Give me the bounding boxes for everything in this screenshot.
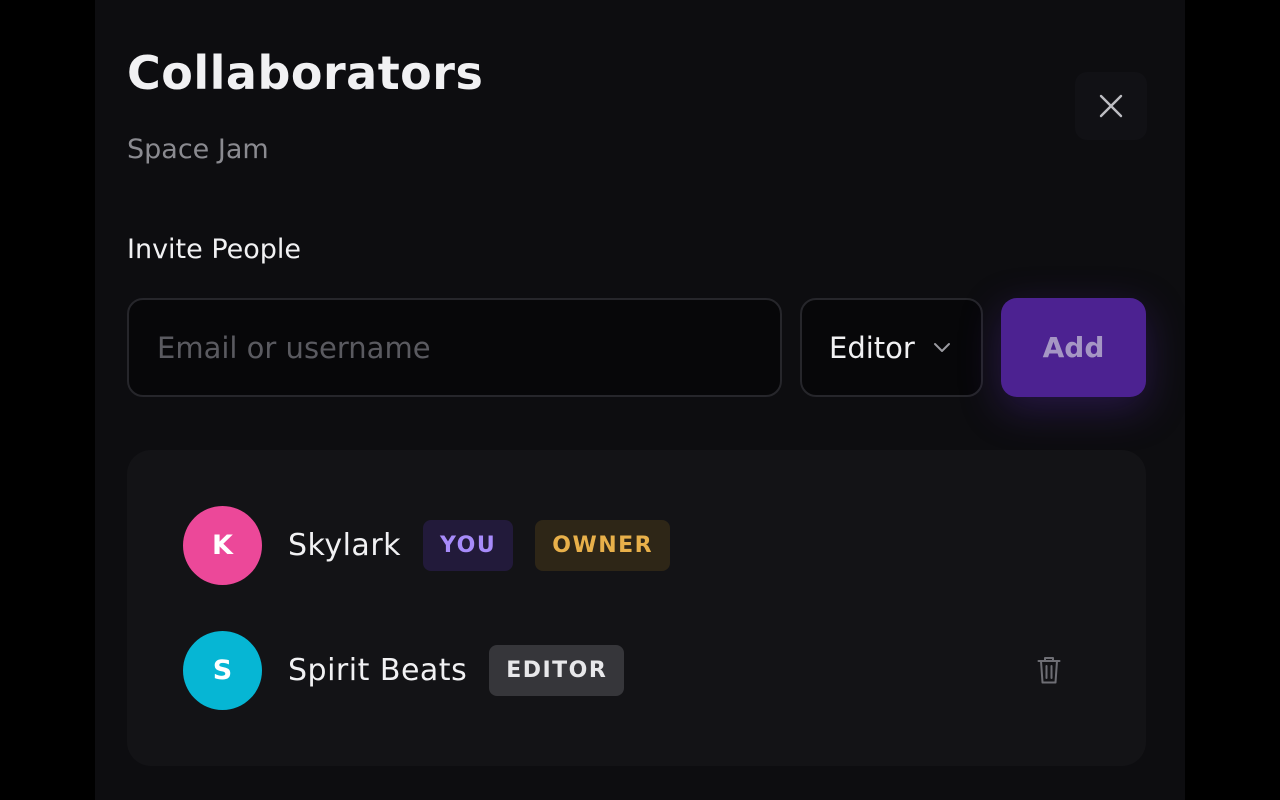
remove-collaborator-button[interactable] bbox=[1031, 652, 1067, 688]
owner-badge: OWNER bbox=[535, 519, 671, 571]
avatar: K bbox=[183, 505, 262, 585]
collaborator-row: K Skylark YOU OWNER bbox=[183, 505, 1083, 585]
collaborators-modal: Collaborators Space Jam Invite People Ed… bbox=[95, 0, 1185, 800]
role-select[interactable]: Editor bbox=[800, 298, 983, 397]
collaborator-list: K Skylark YOU OWNER S Spirit Beats EDITO… bbox=[127, 450, 1146, 766]
editor-badge: EDITOR bbox=[489, 644, 625, 696]
collaborator-row: S Spirit Beats EDITOR bbox=[183, 630, 1083, 710]
collaborator-name: Spirit Beats bbox=[288, 652, 468, 688]
you-badge: YOU bbox=[423, 519, 514, 571]
close-icon bbox=[1099, 94, 1123, 118]
add-button[interactable]: Add bbox=[1001, 298, 1146, 397]
invite-section-label: Invite People bbox=[127, 234, 302, 265]
avatar: S bbox=[183, 630, 262, 710]
modal-subtitle: Space Jam bbox=[127, 134, 269, 165]
modal-title: Collaborators bbox=[127, 46, 484, 100]
email-input[interactable] bbox=[127, 298, 782, 397]
role-select-value: Editor bbox=[829, 330, 915, 365]
chevron-down-icon bbox=[933, 342, 951, 354]
collaborator-name: Skylark bbox=[288, 527, 402, 563]
trash-icon bbox=[1037, 657, 1061, 684]
close-button[interactable] bbox=[1075, 72, 1147, 140]
